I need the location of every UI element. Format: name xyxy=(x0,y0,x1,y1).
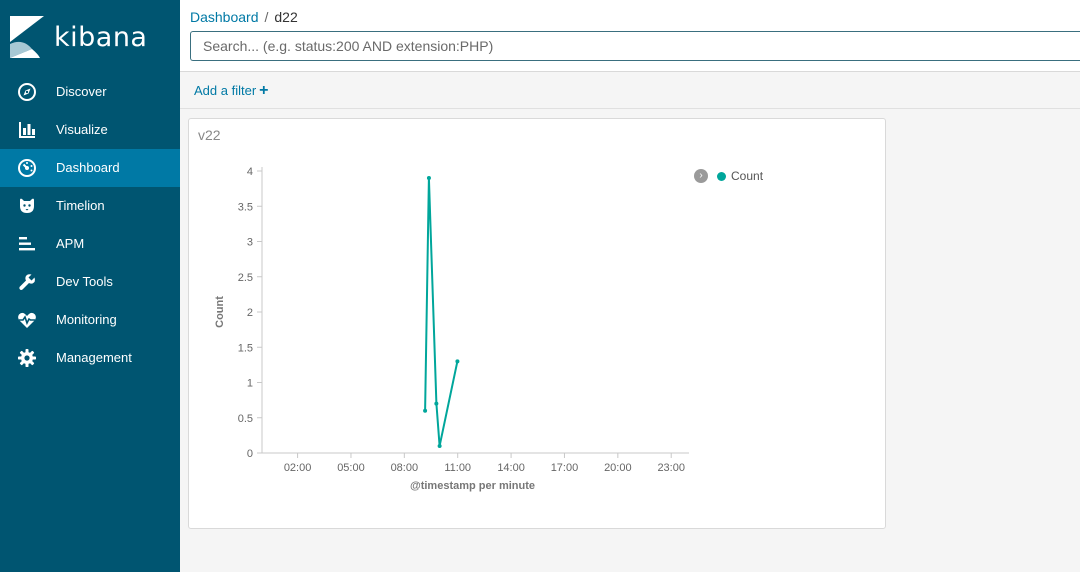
y-tick-label: 3 xyxy=(247,237,253,249)
sidebar-item-label: Discover xyxy=(56,84,107,99)
plus-icon: + xyxy=(259,81,269,99)
x-axis-title: @timestamp per minute xyxy=(410,480,535,492)
chart-legend: › Count xyxy=(694,169,763,183)
sidebar-item-label: Visualize xyxy=(56,122,108,137)
sidebar-item-monitoring[interactable]: Monitoring xyxy=(0,301,180,339)
sidebar: kibana Discover Visualize Dashboard Time… xyxy=(0,0,180,572)
breadcrumb-dashboard-link[interactable]: Dashboard xyxy=(190,9,259,25)
sidebar-item-management[interactable]: Management xyxy=(0,339,180,377)
sidebar-item-label: Management xyxy=(56,350,132,365)
x-tick-label: 17:00 xyxy=(551,462,579,474)
legend-color-swatch[interactable] xyxy=(717,171,726,181)
apm-icon xyxy=(17,234,37,254)
data-point xyxy=(434,401,439,406)
timelion-icon xyxy=(17,196,37,216)
x-tick-label: 11:00 xyxy=(444,462,471,474)
sidebar-item-dev-tools[interactable]: Dev Tools xyxy=(0,263,180,301)
breadcrumb-separator: / xyxy=(264,9,269,25)
visualization-panel: v22 0 0.5 1 1.5 2 2.5 3 3.5 4 02:00 05:00 08:00 11:0… xyxy=(188,118,886,529)
y-tick-label: 4 xyxy=(247,166,253,178)
y-tick-label: 2.5 xyxy=(238,272,253,284)
data-point xyxy=(423,408,428,413)
kibana-logo-icon xyxy=(10,16,44,58)
legend-entry-label[interactable]: Count xyxy=(731,169,763,183)
x-tick-label: 02:00 xyxy=(284,462,312,474)
sidebar-item-label: APM xyxy=(56,236,85,251)
sidebar-item-label: Monitoring xyxy=(56,312,117,327)
x-tick-label: 08:00 xyxy=(391,462,419,474)
sidebar-item-timelion[interactable]: Timelion xyxy=(0,187,180,225)
add-filter-label: Add a filter xyxy=(194,83,257,98)
breadcrumb: Dashboard / d22 xyxy=(190,9,298,25)
x-tick-label: 23:00 xyxy=(657,462,685,474)
heartbeat-icon xyxy=(17,310,37,330)
add-filter-button[interactable]: Add a filter + xyxy=(194,81,269,99)
data-point xyxy=(437,443,442,448)
y-tick-label: 0.5 xyxy=(238,413,253,425)
y-axis-title: Count xyxy=(214,296,226,328)
dashboard-icon xyxy=(17,158,37,178)
data-point xyxy=(426,176,431,181)
wrench-icon xyxy=(17,272,37,292)
x-tick-label: 14:00 xyxy=(497,462,525,474)
sidebar-item-label: Timelion xyxy=(56,198,105,213)
y-tick-label: 1.5 xyxy=(238,342,253,354)
sidebar-item-label: Dev Tools xyxy=(56,274,113,289)
y-tick-label: 1 xyxy=(247,378,253,390)
series-line-count xyxy=(424,177,459,447)
y-tick-label: 3.5 xyxy=(238,201,253,213)
bar-chart-icon xyxy=(17,120,37,140)
gear-icon xyxy=(17,348,37,368)
x-tick-label: 05:00 xyxy=(337,462,365,474)
sidebar-nav: Discover Visualize Dashboard Timelion AP… xyxy=(0,73,180,377)
y-tick-label: 0 xyxy=(247,448,253,460)
breadcrumb-current: d22 xyxy=(274,9,298,25)
sidebar-item-dashboard[interactable]: Dashboard xyxy=(0,149,180,187)
brand-name: kibana xyxy=(54,22,148,53)
search-input[interactable] xyxy=(190,31,1080,61)
filter-bar: Add a filter + xyxy=(180,72,1080,109)
top-bar: Dashboard / d22 xyxy=(180,0,1080,72)
brand[interactable]: kibana xyxy=(0,0,180,74)
sidebar-item-discover[interactable]: Discover xyxy=(0,73,180,111)
data-point xyxy=(455,359,460,364)
x-tick-label: 20:00 xyxy=(604,462,632,474)
legend-toggle-icon[interactable]: › xyxy=(694,169,708,183)
sidebar-item-label: Dashboard xyxy=(56,160,120,175)
compass-icon xyxy=(17,82,37,102)
sidebar-item-visualize[interactable]: Visualize xyxy=(0,111,180,149)
line-chart: 0 0.5 1 1.5 2 2.5 3 3.5 4 02:00 05:00 08:00 11:00 14:… xyxy=(214,166,689,492)
sidebar-item-apm[interactable]: APM xyxy=(0,225,180,263)
y-tick-label: 2 xyxy=(247,307,253,319)
